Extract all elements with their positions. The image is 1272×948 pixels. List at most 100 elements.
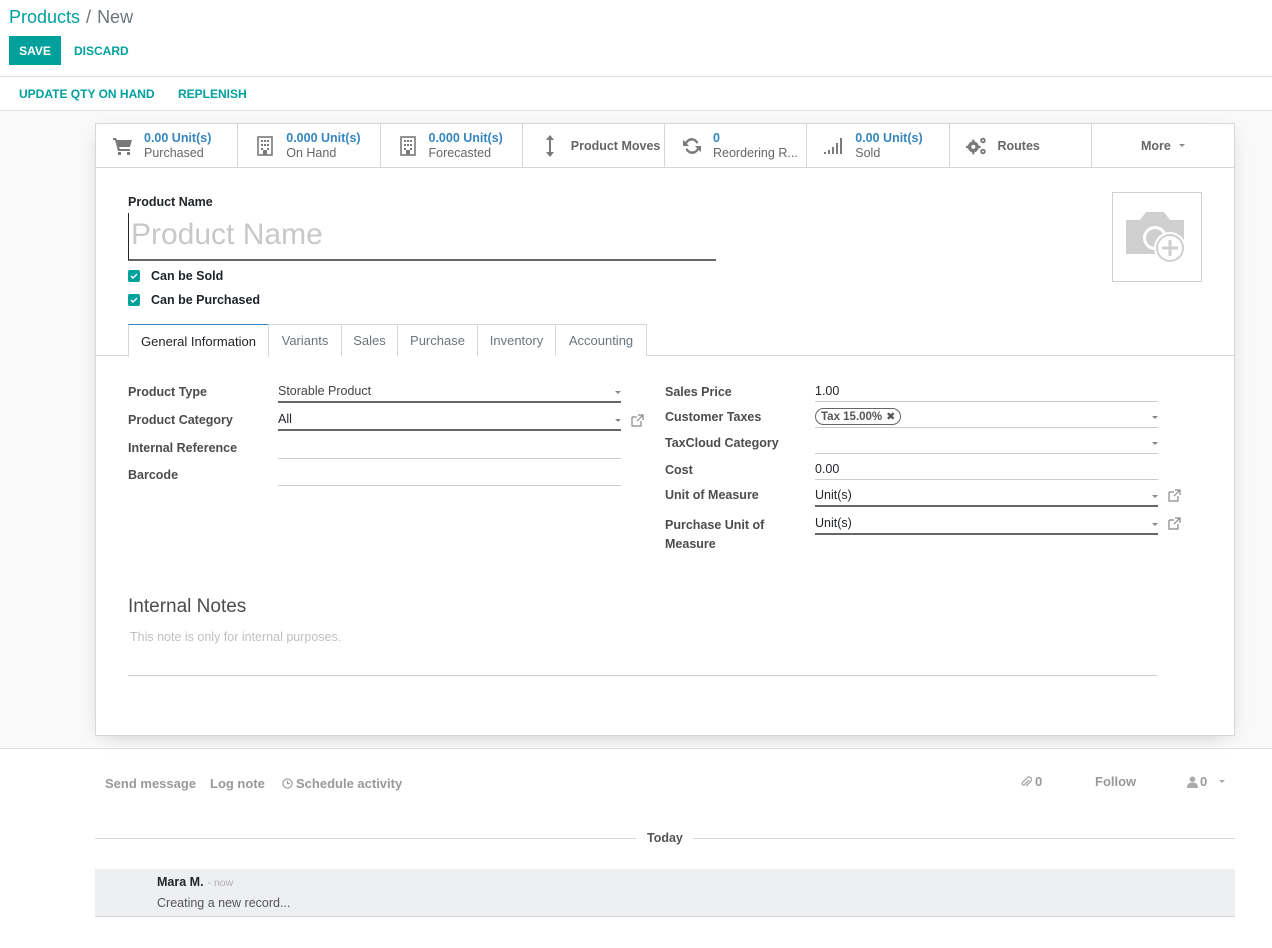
unit-of-measure-value: Unit(s) xyxy=(815,488,852,502)
building-icon xyxy=(254,135,276,157)
tax-tag-label: Tax 15.00% xyxy=(821,410,883,423)
can-be-sold-row: Can be Sold xyxy=(128,269,223,283)
caret-down-icon xyxy=(615,419,621,422)
tab-sales[interactable]: Sales xyxy=(341,324,398,356)
sales-price-label: Sales Price xyxy=(665,385,732,399)
check-icon xyxy=(130,297,138,303)
schedule-activity-button[interactable]: Schedule activity xyxy=(282,776,402,791)
customer-taxes-input[interactable]: Tax 15.00% ✖ xyxy=(815,406,1158,428)
cost-input[interactable]: 0.00 xyxy=(815,458,1158,480)
product-moves-smart-button[interactable]: Product Moves xyxy=(523,124,665,167)
cart-icon xyxy=(112,135,134,157)
attachments-button[interactable]: 0 xyxy=(1020,774,1042,789)
internal-notes-underline xyxy=(128,675,1157,676)
product-name-label: Product Name xyxy=(128,195,213,209)
follow-button[interactable]: Follow xyxy=(1095,774,1136,789)
sold-smart-button[interactable]: 0.00 Unit(s) Sold xyxy=(807,124,950,167)
attachments-count: 0 xyxy=(1035,774,1043,789)
barcode-label: Barcode xyxy=(128,468,179,482)
can-be-purchased-row: Can be Purchased xyxy=(128,293,260,307)
breadcrumb-separator: / xyxy=(86,7,92,27)
can-be-sold-checkbox[interactable] xyxy=(128,270,140,282)
date-separator-label: Today xyxy=(647,831,683,845)
tab-variants[interactable]: Variants xyxy=(268,324,342,356)
external-link-icon[interactable] xyxy=(630,414,644,428)
caret-down-icon xyxy=(1152,416,1158,419)
replenish-button[interactable]: REPLENISH xyxy=(178,77,247,110)
message-author[interactable]: Mara M. xyxy=(157,875,204,889)
signal-icon xyxy=(823,135,845,157)
tab-general-information[interactable]: General Information xyxy=(128,324,269,357)
taxcloud-category-select[interactable] xyxy=(815,432,1158,454)
routes-label: Routes xyxy=(997,138,1040,153)
internal-reference-input[interactable] xyxy=(278,437,621,459)
caret-down-icon xyxy=(1219,780,1226,783)
tab-accounting[interactable]: Accounting xyxy=(555,324,647,356)
product-image-upload[interactable] xyxy=(1112,192,1202,282)
product-category-label: Product Category xyxy=(128,413,233,427)
can-be-purchased-checkbox[interactable] xyxy=(128,294,140,306)
can-be-sold-label: Can be Sold xyxy=(151,269,224,283)
reordering-rules-label: Reordering R... xyxy=(713,145,798,160)
message-body: Creating a new record... xyxy=(157,896,291,910)
discard-button[interactable]: DISCARD xyxy=(74,36,129,65)
on-hand-label: On Hand xyxy=(286,145,337,160)
barcode-input[interactable] xyxy=(278,464,621,486)
forecasted-label: Forecasted xyxy=(428,145,492,160)
schedule-activity-label: Schedule activity xyxy=(296,776,403,791)
customer-taxes-label: Customer Taxes xyxy=(665,410,762,424)
external-link-icon[interactable] xyxy=(1167,517,1181,531)
reordering-rules-smart-button[interactable]: 0 Reordering R... xyxy=(665,124,808,167)
log-note-button[interactable]: Log note xyxy=(210,776,265,791)
chatter-message: Mara M. - now Creating a new record... xyxy=(95,869,1235,917)
cost-label: Cost xyxy=(665,463,693,477)
product-category-value: All xyxy=(278,412,292,426)
building-icon xyxy=(397,135,419,157)
external-link-icon[interactable] xyxy=(1167,489,1181,503)
product-name-input[interactable]: Product Name xyxy=(128,213,716,261)
on-hand-smart-button[interactable]: 0.000 Unit(s) On Hand xyxy=(238,124,381,167)
purchased-smart-button[interactable]: 0.00 Unit(s) Purchased xyxy=(96,124,239,167)
caret-down-icon xyxy=(1152,495,1158,498)
tab-purchase[interactable]: Purchase xyxy=(397,324,478,356)
camera-plus-icon xyxy=(1126,212,1186,264)
control-panel: Products / New SAVE DISCARD xyxy=(0,0,1272,77)
routes-smart-button[interactable]: Routes xyxy=(950,124,1092,167)
more-dropdown-button[interactable]: More xyxy=(1092,124,1234,167)
smart-button-box: 0.00 Unit(s) Purchased 0.000 Unit(s) On Ha… xyxy=(96,124,1234,168)
message-time: - now xyxy=(207,877,234,889)
product-type-select[interactable]: Storable Product xyxy=(278,381,621,403)
remove-tag-icon[interactable]: ✖ xyxy=(886,410,895,423)
sold-label: Sold xyxy=(855,145,881,160)
more-label: More xyxy=(1140,138,1171,153)
save-button[interactable]: SAVE xyxy=(9,36,61,65)
product-type-label: Product Type xyxy=(128,385,207,399)
caret-down-icon xyxy=(615,391,621,394)
purchase-unit-of-measure-select[interactable]: Unit(s) xyxy=(815,513,1158,535)
caret-down-icon xyxy=(1152,523,1158,526)
on-hand-value: 0.000 Unit(s) xyxy=(286,130,361,145)
send-message-button[interactable]: Send message xyxy=(105,776,196,791)
tax-tag: Tax 15.00% ✖ xyxy=(815,408,902,425)
purchase-unit-of-measure-label: Purchase Unit of Measure xyxy=(665,518,765,551)
arrows-vertical-icon xyxy=(539,134,561,157)
caret-down-icon xyxy=(1178,144,1185,147)
product-moves-label: Product Moves xyxy=(570,138,661,153)
forecasted-smart-button[interactable]: 0.000 Unit(s) Forecasted xyxy=(381,124,523,167)
followers-count: 0 xyxy=(1200,774,1208,789)
sales-price-input[interactable]: 1.00 xyxy=(815,380,1158,402)
purchased-value: 0.00 Unit(s) xyxy=(144,130,212,145)
user-icon xyxy=(1187,776,1198,788)
gears-icon xyxy=(965,135,988,157)
paperclip-icon xyxy=(1021,775,1032,786)
followers-dropdown[interactable]: 0 xyxy=(1187,774,1226,789)
update-qty-on-hand-button[interactable]: UPDATE QTY ON HAND xyxy=(19,77,155,110)
product-category-select[interactable]: All xyxy=(278,409,621,431)
breadcrumb-current: New xyxy=(97,7,134,27)
internal-notes-input[interactable]: This note is only for internal purposes. xyxy=(130,630,341,644)
unit-of-measure-select[interactable]: Unit(s) xyxy=(815,485,1158,507)
form-statusbar: UPDATE QTY ON HAND REPLENISH xyxy=(0,77,1272,111)
breadcrumb-products-link[interactable]: Products xyxy=(9,7,80,27)
notebook-tabs: General Information Variants Sales Purch… xyxy=(96,324,1234,357)
tab-inventory[interactable]: Inventory xyxy=(477,324,556,356)
